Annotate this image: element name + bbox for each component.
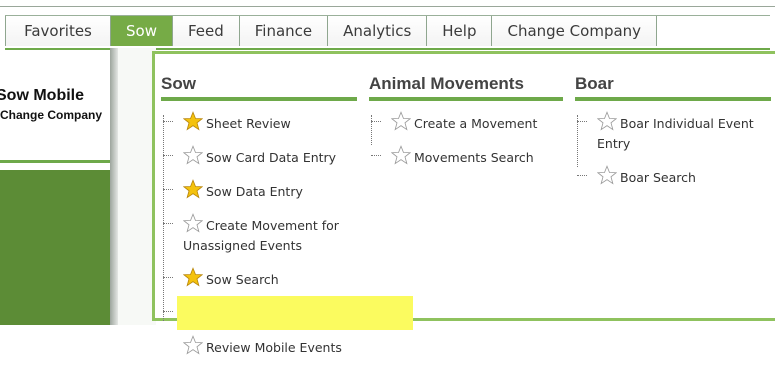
menu-item-label: Review Mobile Events [206, 340, 342, 355]
left-divider [0, 160, 110, 163]
page-title: Sow Mobile [0, 87, 84, 104]
menu-tree-animal-movements: Create a Movement Movements Search [369, 111, 563, 168]
star-outline-icon[interactable] [183, 145, 203, 165]
nav-favorites[interactable]: Favorites [5, 16, 111, 46]
menu-item-label: Boar Search [620, 170, 696, 185]
tree-hook [163, 155, 173, 156]
column-heading-animal-movements: Animal Movements [369, 74, 563, 101]
menu-column-animal-movements: Animal Movements Create a Movement Movem… [369, 74, 563, 179]
nav-help[interactable]: Help [427, 16, 493, 46]
star-outline-icon[interactable] [391, 145, 411, 165]
menu-tree-sow: Sheet Review Sow Card Data Entry Sow Dat… [161, 111, 413, 358]
menu-column-boar: Boar Boar Individual Event Entry Boar Se… [575, 74, 771, 199]
nav-finance[interactable]: Finance [239, 16, 329, 46]
star-filled-icon[interactable] [183, 111, 203, 131]
nav-analytics[interactable]: Analytics [328, 16, 428, 46]
nav-change-company[interactable]: Change Company [492, 16, 658, 46]
menu-item-label: Create Movement for Unassigned Events [183, 218, 339, 253]
menu-item-label: Sheet Review [206, 116, 291, 131]
left-panel: Sow Mobile Change Company [0, 50, 110, 325]
menu-item-label: Sow Search [206, 272, 279, 287]
menu-item-review-mobile-events[interactable]: Review Mobile Events [161, 296, 413, 358]
tree-hook [163, 311, 173, 312]
star-outline-icon[interactable] [597, 165, 617, 185]
star-outline-icon[interactable] [183, 213, 203, 233]
star-filled-icon[interactable] [183, 267, 203, 287]
tree-hook [577, 121, 587, 122]
menu-item-sow-data-entry[interactable]: Sow Data Entry [161, 179, 357, 202]
menu-item-sow-card-data-entry[interactable]: Sow Card Data Entry [161, 145, 357, 168]
tree-hook [577, 175, 587, 176]
column-heading-boar: Boar [575, 74, 771, 101]
menu-item-boar-individual-event-entry[interactable]: Boar Individual Event Entry [575, 111, 771, 154]
menu-item-label: Movements Search [414, 150, 534, 165]
menu-item-label: Sow Data Entry [206, 184, 303, 199]
tree-hook [371, 121, 381, 122]
tree-hook [163, 121, 173, 122]
column-heading-sow: Sow [161, 74, 357, 101]
menu-item-sheet-review[interactable]: Sheet Review [161, 111, 357, 134]
main-nav: Favorites Sow Feed Finance Analytics Hel… [5, 15, 770, 50]
star-outline-icon[interactable] [597, 111, 617, 131]
menu-item-boar-search[interactable]: Boar Search [575, 165, 771, 188]
left-green-block [0, 170, 110, 325]
menu-item-label: Create a Movement [414, 116, 538, 131]
tree-hook [163, 223, 173, 224]
sow-dropdown-menu: Sow Sheet Review Sow Card Data Entry Sow… [152, 51, 775, 355]
menu-item-sow-search[interactable]: Sow Search [161, 267, 357, 290]
nav-feed[interactable]: Feed [172, 16, 240, 46]
menu-item-movements-search[interactable]: Movements Search [369, 145, 563, 168]
menu-background [118, 48, 156, 325]
tree-hook [163, 277, 173, 278]
menu-item-label: Sow Card Data Entry [206, 150, 337, 165]
star-outline-icon[interactable] [391, 111, 411, 131]
menu-tree-boar: Boar Individual Event Entry Boar Search [575, 111, 771, 188]
nav-spacer [657, 16, 770, 48]
change-company-link[interactable]: Change Company [0, 108, 102, 122]
tree-hook [371, 155, 381, 156]
nav-sow[interactable]: Sow [111, 16, 173, 46]
star-outline-icon[interactable] [183, 335, 203, 355]
top-divider [0, 6, 775, 7]
menu-item-label: Boar Individual Event Entry [597, 116, 754, 151]
menu-item-create-a-movement[interactable]: Create a Movement [369, 111, 563, 134]
tree-hook [163, 189, 173, 190]
star-filled-icon[interactable] [183, 179, 203, 199]
menu-shadow [110, 48, 118, 325]
menu-item-create-movement-unassigned[interactable]: Create Movement for Unassigned Events [161, 213, 357, 256]
